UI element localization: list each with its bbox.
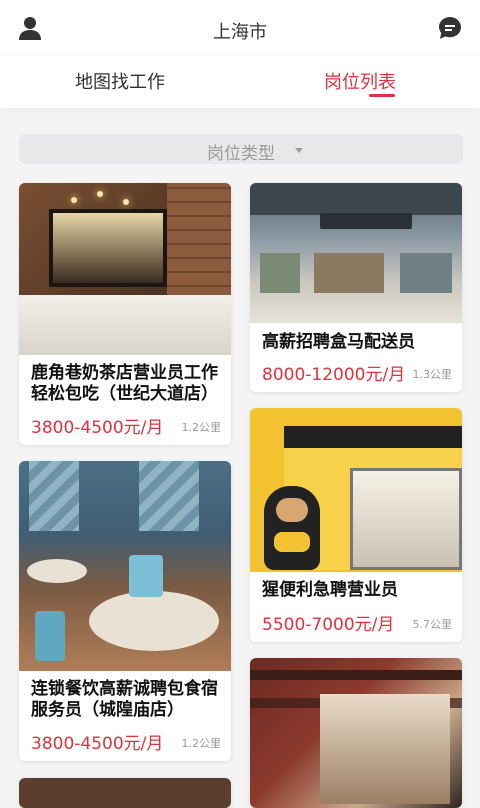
job-card[interactable]: 鹿角巷奶茶店营业员工作轻松包吃（世纪大道店） 3800-4500元/月 1.2公…	[19, 183, 231, 445]
job-image	[19, 778, 231, 808]
job-image	[250, 658, 462, 808]
job-salary: 5500-7000元/月	[262, 615, 395, 635]
active-tab-indicator	[369, 94, 395, 97]
job-title: 猩便利急聘营业员	[262, 580, 398, 600]
caret-down-icon	[295, 148, 303, 153]
message-icon[interactable]	[436, 14, 464, 42]
job-image	[250, 183, 462, 323]
city-title[interactable]: 上海市	[0, 18, 480, 44]
job-distance: 1.2公里	[181, 737, 222, 750]
tab-list[interactable]: 岗位列表	[240, 68, 480, 94]
job-image	[19, 461, 231, 671]
job-card[interactable]: 高薪招聘盒马配送员 8000-12000元/月 1.3公里	[250, 183, 462, 392]
job-title: 鹿角巷奶茶店营业员工作轻松包吃（世纪大道店）	[31, 363, 218, 404]
job-card[interactable]: 连锁餐饮高薪诚聘包食宿服务员（城隍庙店） 3800-4500元/月 1.2公里	[19, 461, 231, 761]
job-image	[19, 183, 231, 355]
job-distance: 1.2公里	[181, 421, 222, 434]
tab-map[interactable]: 地图找工作	[0, 68, 240, 94]
job-card[interactable]: 猩便利急聘营业员 5500-7000元/月 5.7公里	[250, 408, 462, 642]
job-type-filter[interactable]: 岗位类型	[19, 134, 463, 164]
top-bar: 上海市	[0, 0, 480, 56]
job-salary: 3800-4500元/月	[31, 734, 164, 754]
job-distance: 1.3公里	[412, 368, 453, 381]
job-type-filter-label: 岗位类型	[207, 144, 275, 164]
job-salary: 8000-12000元/月	[262, 365, 406, 385]
job-title: 连锁餐饮高薪诚聘包食宿服务员（城隍庙店）	[31, 679, 218, 720]
job-distance: 5.7公里	[412, 618, 453, 631]
job-card[interactable]	[19, 778, 231, 808]
job-image	[250, 408, 462, 572]
job-title: 高薪招聘盒马配送员	[262, 332, 415, 352]
job-salary: 3800-4500元/月	[31, 418, 164, 438]
job-card[interactable]	[250, 658, 462, 808]
tab-bar: 地图找工作 岗位列表	[0, 56, 480, 108]
